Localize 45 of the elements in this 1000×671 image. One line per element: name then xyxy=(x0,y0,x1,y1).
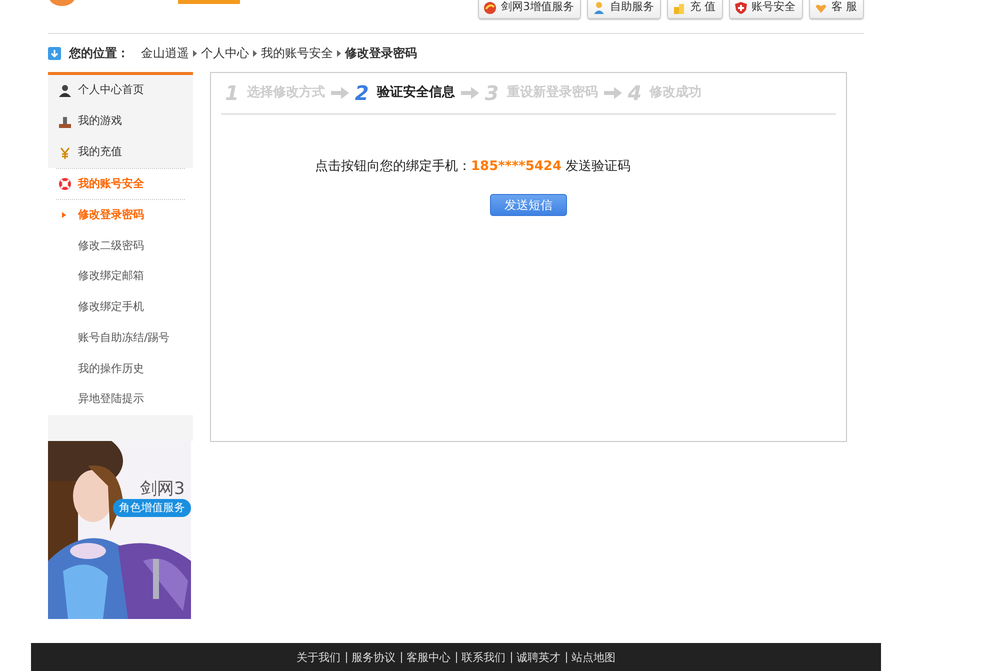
chevron-icon xyxy=(253,50,257,56)
sidebar-subitem[interactable]: 修改二级密码 xyxy=(56,230,193,262)
chevron-icon xyxy=(193,50,197,56)
sidebar-subitem[interactable]: 修改绑定邮箱 xyxy=(56,261,193,292)
sidebar-subitem[interactable]: 异地登陆提示 xyxy=(56,384,193,415)
download-icon xyxy=(48,46,61,60)
breadcrumb-link[interactable]: 个人中心 xyxy=(201,44,249,62)
breadcrumb-current: 修改登录密码 xyxy=(345,45,417,62)
breadcrumb-link[interactable]: 我的账号安全 xyxy=(261,44,333,62)
banner-tag: 角色增值服务 xyxy=(113,498,191,518)
header-button[interactable]: 充 值 xyxy=(667,0,722,19)
chevron-icon xyxy=(337,50,341,56)
yen-icon xyxy=(58,146,72,160)
instruction-text: 点击按钮向您的绑定手机：185****5424 发送验证码 xyxy=(314,158,632,176)
header-button[interactable]: 账号安全 xyxy=(728,0,802,19)
footer-link[interactable]: 诚聘英才 xyxy=(510,652,566,662)
sidebar-item[interactable]: 个人中心首页 xyxy=(48,75,193,106)
footer-link[interactable]: 服务协议 xyxy=(346,652,400,662)
footer-link[interactable]: 客服中心 xyxy=(400,652,456,662)
person-icon xyxy=(58,84,72,98)
lifebuoy-icon xyxy=(58,177,72,191)
header-button[interactable]: 剑网3增值服务 xyxy=(478,0,581,19)
footer-link[interactable]: 联系我们 xyxy=(456,652,510,662)
bullet-icon xyxy=(62,212,66,218)
sidebar-item[interactable]: 我的游戏 xyxy=(48,106,193,137)
sidebar-item[interactable]: 我的充值 xyxy=(48,137,193,168)
step-label: 验证安全信息 xyxy=(376,84,455,102)
stamp-icon xyxy=(58,114,72,128)
arrow-icon xyxy=(604,87,622,99)
location-label: 您的位置： xyxy=(69,45,129,62)
sidebar-subitem[interactable]: 账号自助冻结/踢号 xyxy=(56,322,193,354)
footer-link[interactable]: 站点地图 xyxy=(566,652,620,662)
arrow-icon xyxy=(460,87,479,99)
person-icon xyxy=(592,0,606,14)
sidebar-subitem[interactable]: 我的操作历史 xyxy=(56,353,193,384)
swirl-icon xyxy=(483,0,497,14)
banner-title: 剑网3 xyxy=(140,478,185,501)
footer-link[interactable]: 关于我们 xyxy=(292,652,346,662)
step-number: 2 xyxy=(354,80,369,107)
header-button[interactable]: 客 服 xyxy=(808,0,864,19)
arrow-icon xyxy=(330,87,349,99)
sidebar-subitem[interactable]: 修改绑定手机 xyxy=(56,292,193,323)
breadcrumb-link[interactable]: 金山逍遥 xyxy=(141,44,189,62)
header-button[interactable]: 自助服务 xyxy=(587,0,661,19)
shield-icon xyxy=(734,0,748,14)
